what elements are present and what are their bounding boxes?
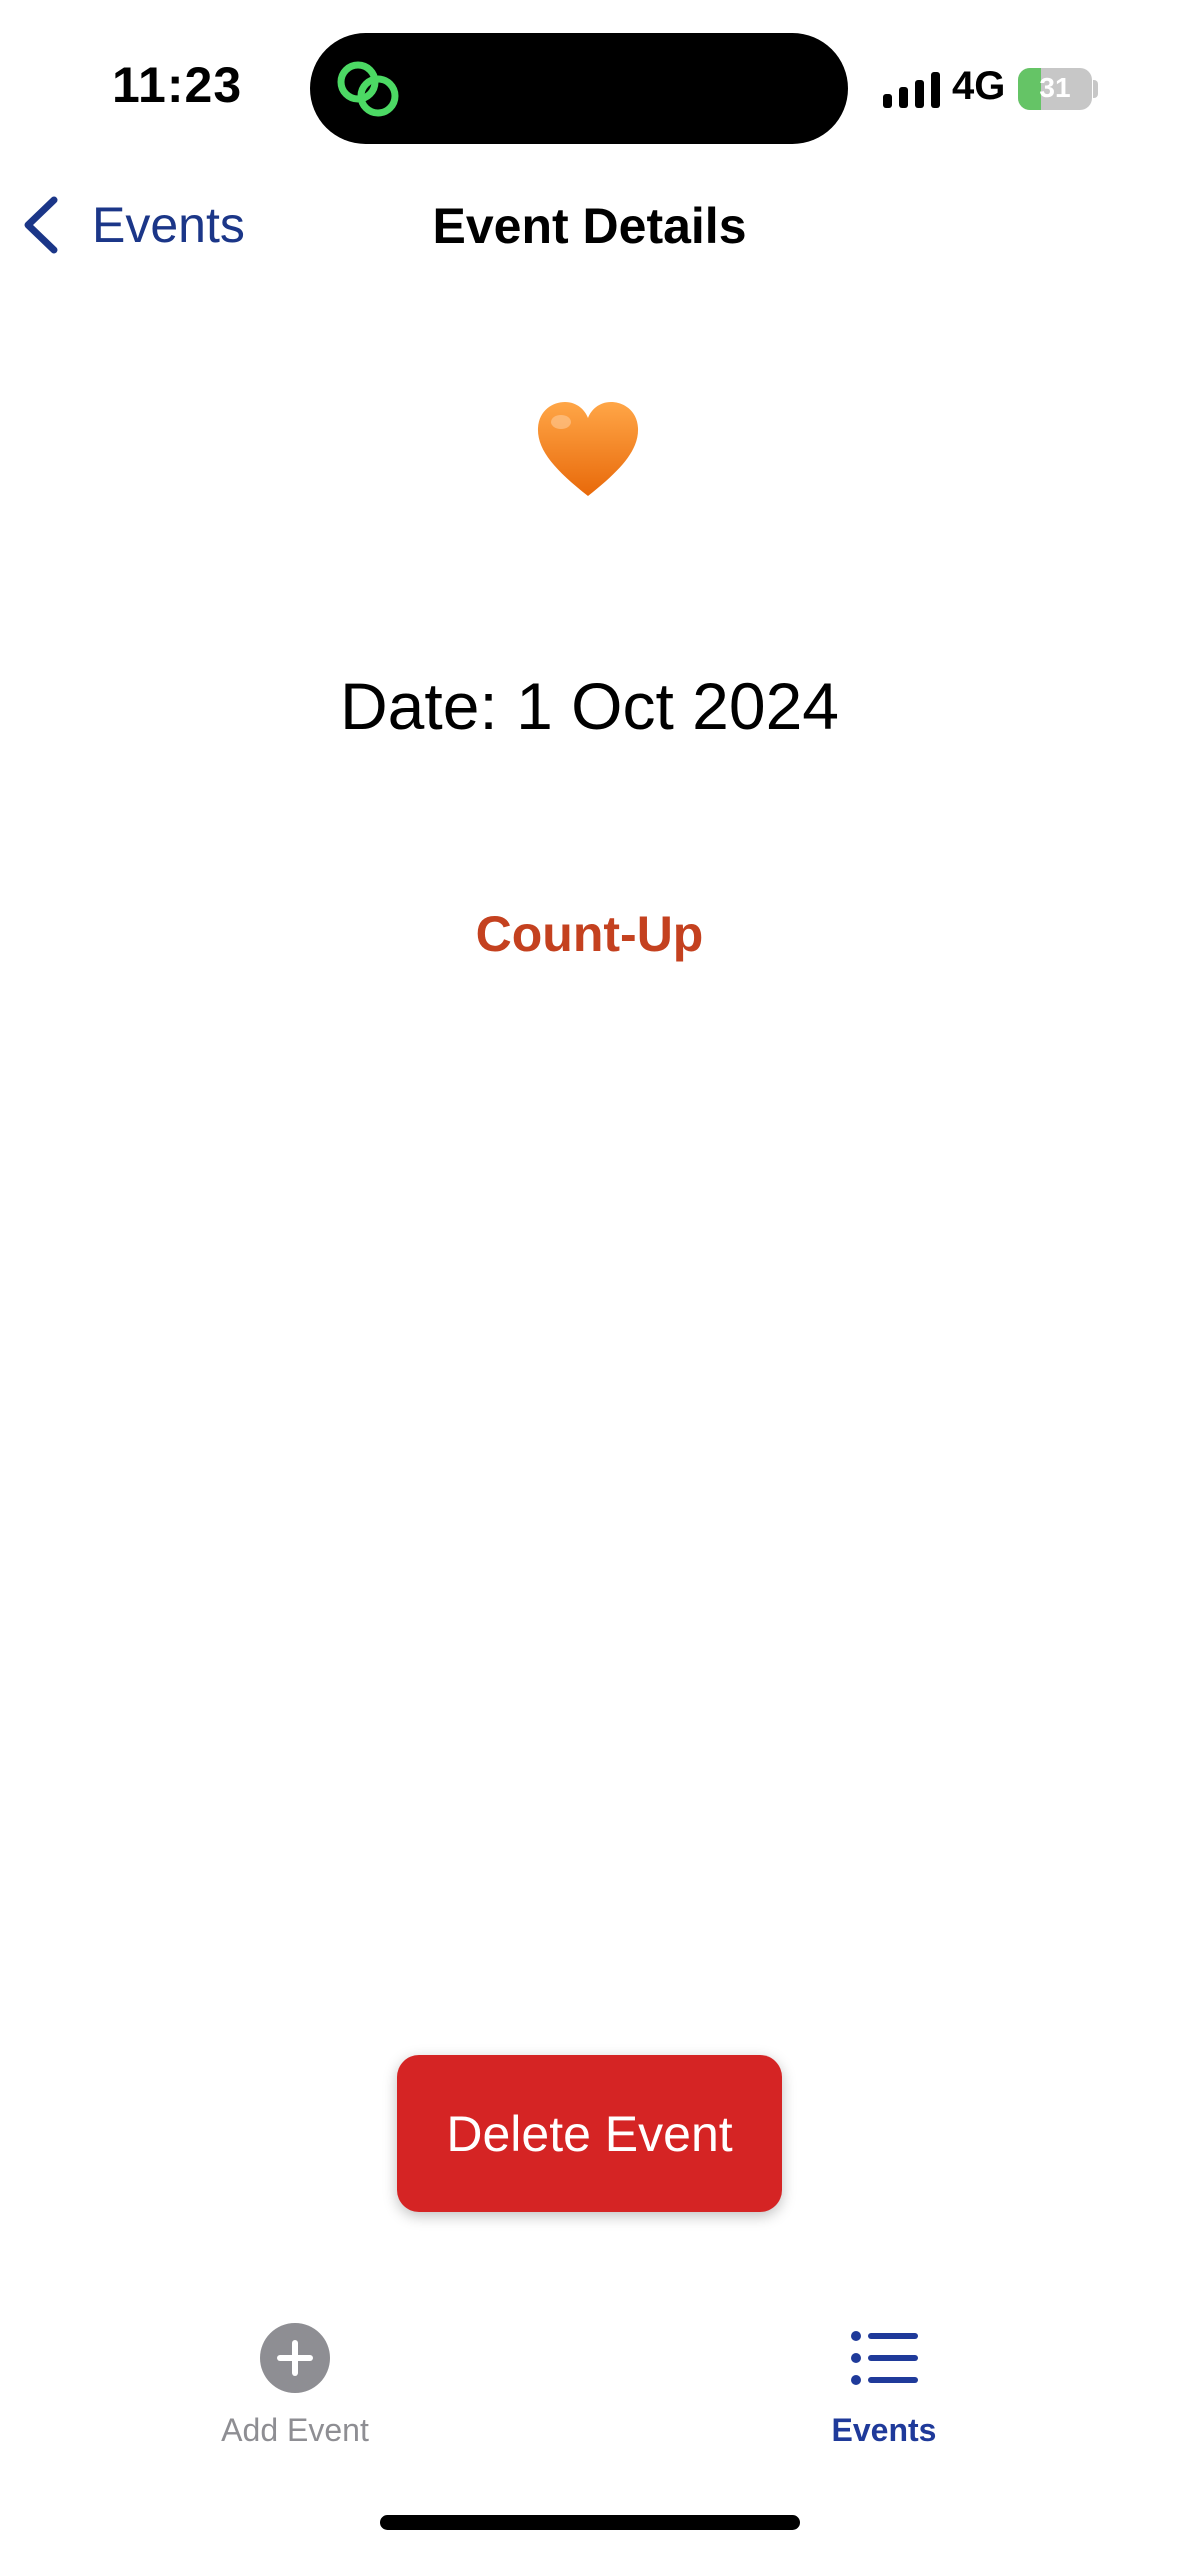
event-date: Date: 1 Oct 2024 (340, 669, 839, 743)
list-icon (851, 2331, 918, 2385)
delete-event-button[interactable]: Delete Event (397, 2055, 782, 2212)
signal-icon (883, 72, 940, 108)
battery-nub (1093, 80, 1098, 98)
orange-heart-icon (537, 402, 639, 496)
tab-label-events: Events (831, 2412, 937, 2448)
network-type: 4G (952, 64, 1006, 108)
link-rings-icon (337, 61, 399, 117)
tab-events[interactable]: Events (754, 2322, 1014, 2449)
tab-add-event[interactable]: Add Event (165, 2322, 425, 2449)
battery-icon: 31 (1018, 68, 1092, 110)
count-mode-label: Count-Up (475, 906, 704, 962)
battery-percent: 31 (1039, 72, 1071, 103)
page-title: Event Details (432, 198, 747, 254)
home-indicator (380, 2515, 800, 2530)
tab-label-add-event: Add Event (221, 2412, 369, 2448)
status-time: 11:23 (112, 57, 243, 113)
plus-circle-icon (260, 2323, 330, 2393)
